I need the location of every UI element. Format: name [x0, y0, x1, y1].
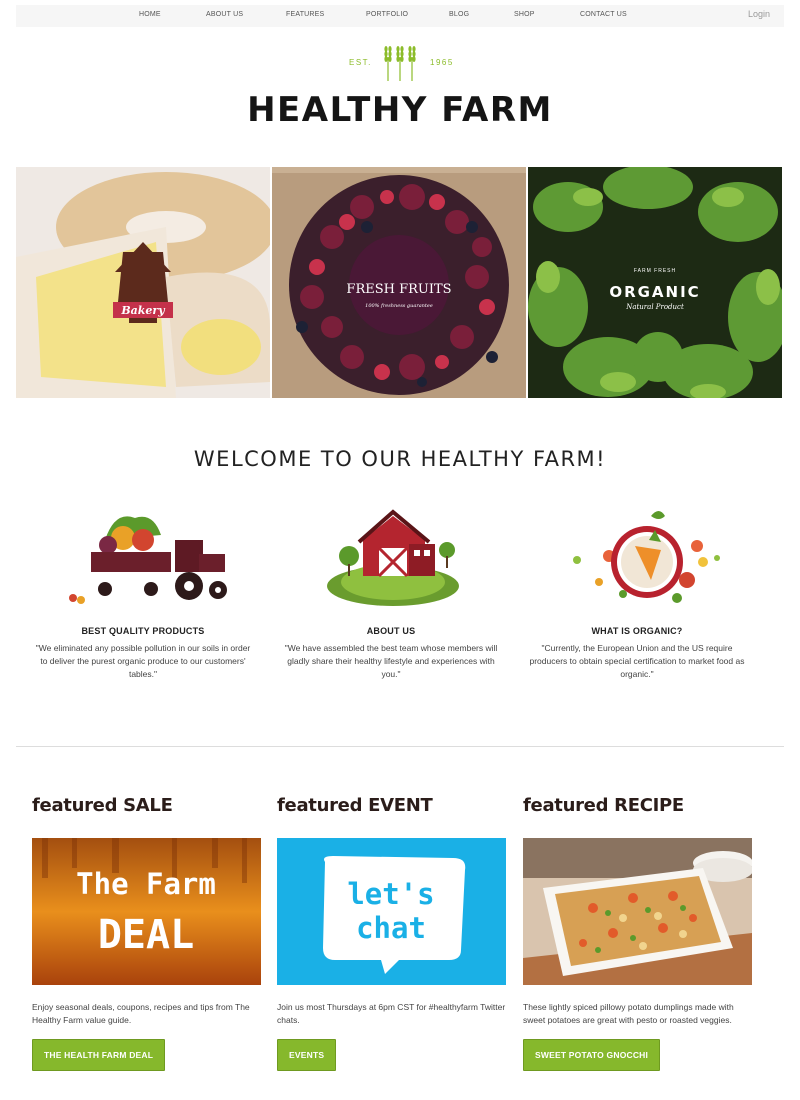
health-farm-deal-button[interactable]: THE HEALTH FARM DEAL: [32, 1039, 166, 1071]
feature-text: "We have assembled the best team whose m…: [284, 643, 498, 679]
bakery-label: Bakery: [120, 304, 166, 317]
fruits-image: FRESH FRUITS 100% freshness guarantee: [272, 167, 526, 398]
feature-about-us: ABOUT US "We have assembled the best tea…: [271, 500, 511, 681]
events-button[interactable]: EVENTS: [277, 1039, 337, 1071]
featured-heading: featured EVENT: [277, 795, 433, 816]
organic-label: ORGANIC: [609, 283, 700, 301]
fruits-label: FRESH FRUITS: [346, 282, 451, 297]
nav-shop[interactable]: SHOP: [514, 11, 535, 18]
featured-text: Enjoy seasonal deals, coupons, recipes a…: [32, 1002, 250, 1025]
nav-blog[interactable]: BLOG: [449, 11, 469, 18]
organic-panel[interactable]: FARM FRESH ORGANIC Natural Product: [528, 167, 782, 398]
featured-recipe-image[interactable]: [523, 838, 752, 985]
featured-sale-image[interactable]: The Farm DEAL: [32, 838, 261, 985]
section-divider: [16, 746, 784, 747]
welcome-heading: WELCOME TO OUR HEALTHY FARM!: [193, 447, 607, 471]
farm-deal-image: The Farm DEAL: [32, 838, 261, 985]
feature-text: "Currently, the European Union and the U…: [529, 643, 745, 679]
tractor-icon: [69, 516, 227, 604]
nav-home[interactable]: HOME: [139, 11, 161, 18]
nav-features[interactable]: FEATURES: [286, 11, 324, 18]
feature-title: WHAT IS ORGANIC?: [591, 626, 683, 636]
sweet-potato-gnocchi-button[interactable]: SWEET POTATO GNOCCHI: [523, 1039, 661, 1071]
featured-text: Join us most Thursdays at 6pm CST for #h…: [277, 1002, 506, 1025]
login-link[interactable]: Login: [748, 9, 770, 19]
fruits-sub: 100% freshness guarantee: [365, 303, 433, 309]
event-line1: let's: [347, 877, 434, 911]
organic-sub: Natural Product: [625, 303, 684, 311]
nav-about-us[interactable]: ABOUT US: [206, 11, 243, 18]
bakery-panel[interactable]: Bakery: [16, 167, 270, 398]
site-title: HEALTHY FARM: [247, 90, 553, 130]
feature-text: "We eliminated any possible pollution in…: [35, 643, 251, 679]
featured-text: These lightly spiced pillowy potato dump…: [523, 1002, 734, 1025]
featured-sale: featured SALE The Farm DEAL Enjoy season…: [32, 795, 262, 1071]
feature-best-quality: BEST QUALITY PRODUCTS "We eliminated any…: [23, 500, 263, 681]
hero-banner: Bakery FRESH FRUITS 100% freshness guara…: [16, 167, 782, 398]
event-line2: chat: [356, 911, 426, 945]
nav-contact-us[interactable]: CONTACT US: [580, 11, 627, 18]
featured-recipe: featured RECIPE These lightly spiced pil…: [523, 795, 753, 1071]
wheat-icon: [384, 46, 416, 81]
organic-top: FARM FRESH: [634, 268, 676, 274]
organic-image: FARM FRESH ORGANIC Natural Product: [528, 167, 782, 398]
sale-line1: The Farm: [76, 867, 216, 901]
lets-chat-image: let's chat: [277, 838, 506, 985]
nav-portfolio[interactable]: PORTFOLIO: [366, 11, 408, 18]
fresh-fruits-panel[interactable]: FRESH FRUITS 100% freshness guarantee: [272, 167, 526, 398]
gnocchi-image: [523, 838, 752, 985]
feature-title: ABOUT US: [366, 626, 416, 636]
est-year: 1965: [430, 58, 454, 67]
feature-what-is-organic: WHAT IS ORGANIC? "Currently, the Europea…: [517, 500, 757, 681]
plate-icon: [573, 511, 720, 603]
featured-heading: featured SALE: [32, 795, 173, 816]
featured-heading: featured RECIPE: [523, 795, 684, 816]
feature-title: BEST QUALITY PRODUCTS: [81, 626, 205, 636]
est-label: EST.: [349, 58, 372, 67]
barn-icon: [327, 509, 459, 606]
top-navigation: HOME ABOUT US FEATURES PORTFOLIO BLOG SH…: [16, 5, 784, 27]
featured-event: featured EVENT let's chat Join us most T…: [277, 795, 507, 1071]
featured-event-image[interactable]: let's chat: [277, 838, 506, 985]
bakery-image: Bakery: [16, 167, 270, 398]
sale-line2: DEAL: [98, 912, 194, 958]
